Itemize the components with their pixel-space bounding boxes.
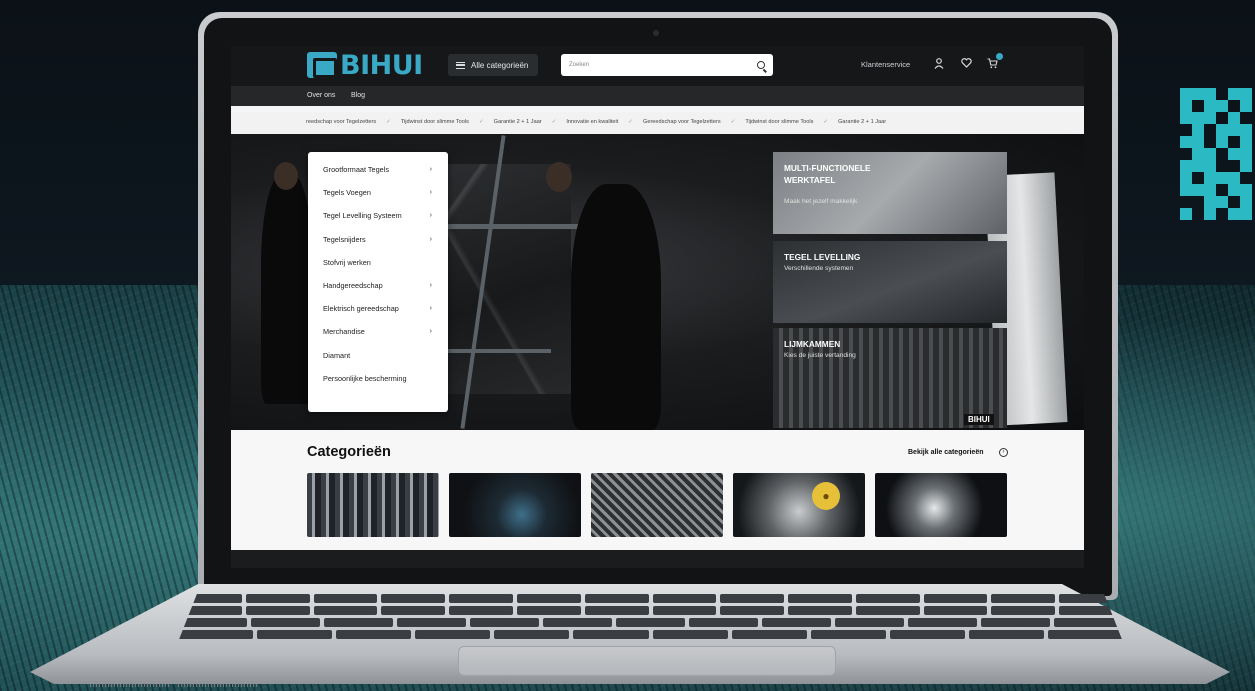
category-menu-label: Elektrisch gereedschap (323, 304, 399, 314)
sub-navigation: Over ons Blog (231, 86, 1084, 106)
user-icon[interactable] (934, 58, 944, 72)
menu-icon (456, 61, 465, 69)
promo-card-werktafel[interactable]: MULTI-FUNCTIONELE WERKTAFEL Maak het jez… (773, 152, 1007, 234)
category-tile[interactable] (307, 473, 439, 537)
chevron-right-icon: › (429, 189, 432, 197)
chevron-right-icon: › (429, 282, 432, 290)
category-dropdown: Grootformaat Tegels › Tegels Voegen › Tegel … (308, 152, 448, 412)
laptop-keyboard (178, 594, 1123, 642)
all-categories-button[interactable]: Alle categorieën (448, 54, 538, 76)
check-icon: ✓ (551, 119, 557, 125)
all-categories-label: Alle categorieën (471, 60, 529, 70)
promo-card-levelling[interactable]: TEGEL LEVELLING Verschillende systemen (773, 241, 1007, 323)
category-menu-label: Tegels Voegen (323, 188, 371, 198)
promo-title: MULTI-FUNCTIONELE WERKTAFEL (784, 163, 871, 185)
worker-left-head (274, 162, 298, 190)
search-input[interactable]: Zoeken (561, 54, 773, 76)
nav-link-blog[interactable]: Blog (351, 92, 365, 99)
category-menu-item[interactable]: Tegelsnijders › (308, 228, 448, 251)
category-menu-item[interactable]: Persoonlijke bescherming (308, 367, 448, 390)
check-icon: ✓ (478, 119, 484, 125)
category-menu-item[interactable]: Diamant (308, 344, 448, 367)
hero-brand-tag: BIHUI (964, 414, 994, 425)
camera-icon (653, 30, 659, 36)
category-menu-label: Handgereedschap (323, 281, 383, 291)
qr-code (1180, 88, 1252, 228)
ticker-item: Tijdwinst door slimme Tools (400, 119, 469, 125)
search-icon[interactable] (757, 61, 765, 69)
site-header: BIHUI Alle categorieën Zoeken Klantenser… (231, 46, 1084, 86)
see-all-categories-link[interactable]: Bekijk alle categorieën (908, 449, 983, 456)
logo-mark-icon (307, 52, 337, 78)
category-menu-label: Diamant (323, 350, 351, 360)
category-menu-item[interactable]: Handgereedschap › (308, 274, 448, 297)
promo-title: LIJMKAMMEN (784, 339, 841, 349)
check-icon: ✓ (823, 119, 829, 125)
customer-service-link[interactable]: Klantenservice (861, 60, 910, 69)
check-icon: ✓ (730, 119, 736, 125)
check-icon: ✓ (386, 119, 391, 125)
check-icon: ✓ (628, 119, 633, 125)
category-menu-item[interactable]: Tegels Voegen › (308, 181, 448, 204)
category-menu-item[interactable]: Merchandise › (308, 320, 448, 343)
ticker-item: Tijdwinst door slimme Tools (745, 119, 814, 125)
logo-text: BIHUI (340, 49, 423, 81)
worker-right-head (546, 162, 572, 192)
category-tile[interactable] (591, 473, 723, 537)
laptop-chin (231, 550, 1084, 568)
category-menu-label: Persoonlijke bescherming (323, 373, 407, 383)
categories-title: Categorieën (307, 444, 391, 460)
arrow-circle-icon[interactable]: › (999, 448, 1008, 457)
laptop-trackpad (458, 646, 836, 676)
promo-card-lijmkammen[interactable]: LIJMKAMMEN Kies de juiste vertanding (773, 328, 1007, 428)
category-menu-label: Grootformaat Tegels (323, 165, 389, 175)
ticker-item: Innovatie en kwaliteit (566, 119, 619, 125)
categories-section: Categorieën Bekijk alle categorieën › (231, 430, 1084, 550)
promo-subtitle: Verschillende systemen (784, 265, 854, 272)
laptop-screen: BIHUI Alle categorieën Zoeken Klantenser… (231, 46, 1084, 550)
speaker-grille (178, 684, 258, 687)
heart-icon[interactable] (961, 58, 972, 71)
promo-subtitle: Maak het jezelf makkelijk (784, 198, 858, 205)
category-menu-item[interactable]: Stofvrij werken (308, 251, 448, 274)
ticker-item: Gereedschap voor Tegelzetters (642, 119, 721, 125)
category-menu-item[interactable]: Grootformaat Tegels › (308, 158, 448, 181)
search-placeholder: Zoeken (569, 62, 590, 68)
category-menu-item[interactable]: Elektrisch gereedschap › (308, 297, 448, 320)
usp-ticker: reedschap voor Tegelzetters ✓ Tijdwinst do… (231, 112, 1084, 134)
chevron-right-icon: › (429, 212, 432, 220)
category-menu-label: Merchandise (323, 327, 365, 337)
category-menu-label: Tegelsnijders (323, 234, 366, 244)
nav-link-over-ons[interactable]: Over ons (307, 92, 335, 99)
worker-left-image (261, 174, 313, 404)
category-tile[interactable] (449, 473, 581, 537)
ticker-item: reedschap voor Tegelzetters (306, 119, 377, 125)
ticker-item: Garantie 2 + 1 Jaar (493, 119, 542, 125)
worker-right-image (571, 184, 661, 430)
category-tile[interactable] (875, 473, 1007, 537)
category-menu-label: Stofvrij werken (323, 257, 371, 267)
promo-title: TEGEL LEVELLING (784, 252, 861, 262)
promo-subtitle: Kies de juiste vertanding (784, 352, 856, 359)
cart-count-badge (996, 53, 1003, 60)
chevron-right-icon: › (429, 328, 432, 336)
cart-icon[interactable] (987, 58, 998, 72)
logo[interactable]: BIHUI (307, 49, 423, 81)
category-tile[interactable] (733, 473, 865, 537)
chevron-right-icon: › (429, 235, 432, 243)
category-menu-item[interactable]: Tegel Levelling Systeem › (308, 204, 448, 227)
rig-bar-lower (431, 349, 551, 353)
category-menu-label: Tegel Levelling Systeem (323, 211, 402, 221)
ticker-item: Garantie 2 + 1 Jaar (838, 119, 887, 125)
chevron-right-icon: › (429, 166, 432, 174)
chat-icon[interactable]: ● (812, 482, 840, 510)
speaker-grille (90, 684, 170, 687)
chevron-right-icon: › (429, 305, 432, 313)
